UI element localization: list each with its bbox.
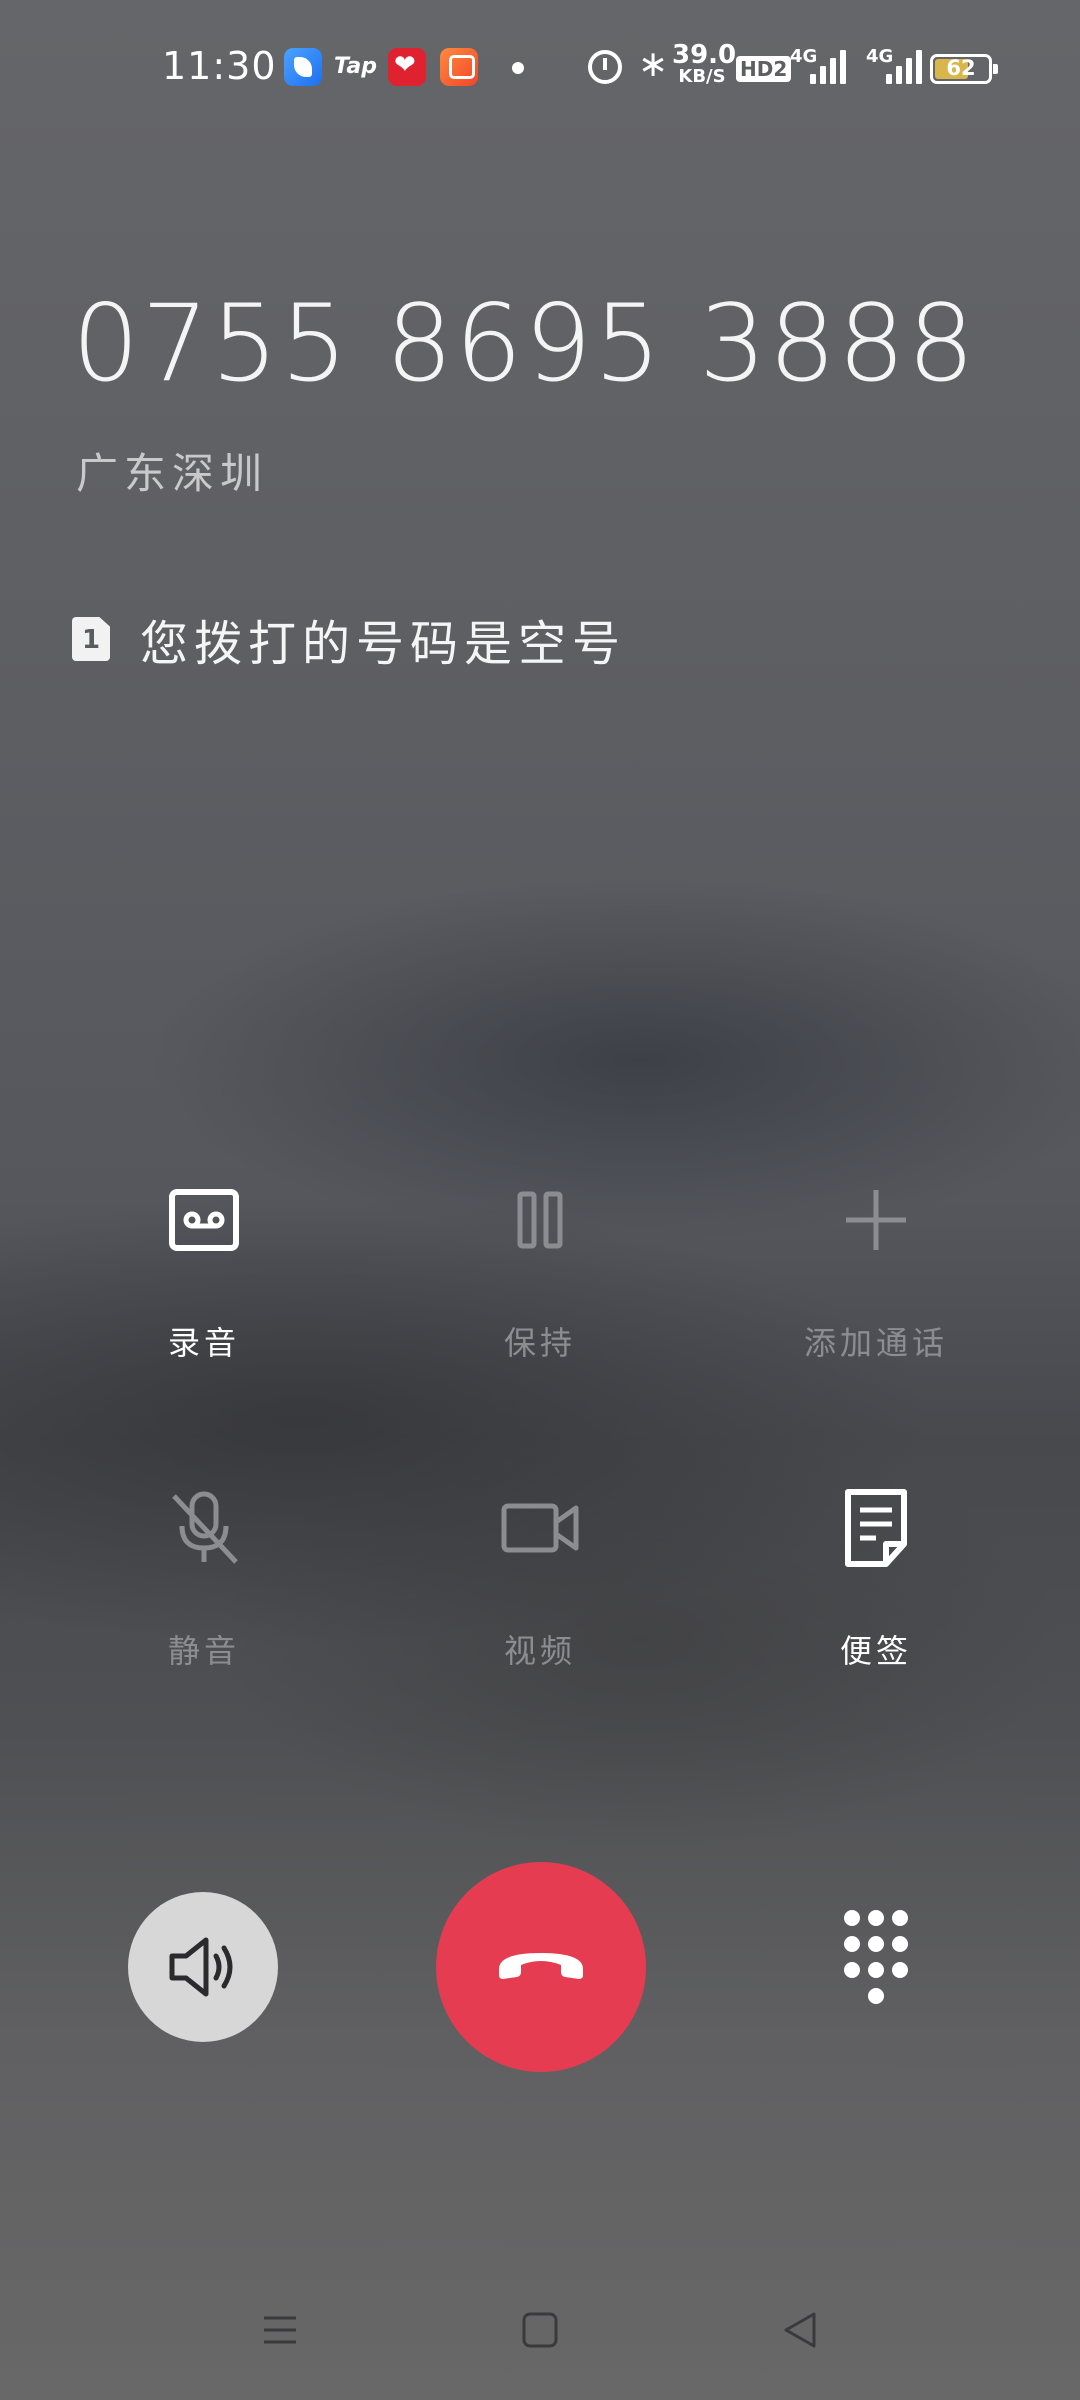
microphone-off-icon: [172, 1491, 238, 1564]
back-button[interactable]: [770, 2300, 830, 2360]
call-status-message: 您拨打的号码是空号: [140, 616, 627, 672]
hd-voice-badge: HD2: [736, 56, 792, 82]
hang-up-phone-icon: [499, 1953, 583, 1979]
home-button[interactable]: [510, 2300, 570, 2360]
network-speed: 39.0 KB/S: [672, 40, 737, 87]
tap-app-icon: Tap: [334, 54, 377, 79]
video-label: 视频: [503, 1632, 576, 1670]
call-status-row: 1 您拨打的号码是空号: [72, 604, 626, 674]
speaker-icon: [169, 1937, 233, 1997]
cassette-tape-icon: [169, 1189, 239, 1251]
blue-app-icon: [284, 48, 322, 86]
navigation-bar: [0, 2270, 1080, 2400]
record-label: 录音: [167, 1324, 240, 1362]
caller-number: 0755 8695 3888: [72, 282, 977, 405]
battery-icon: 62: [930, 54, 998, 84]
caller-location: 广东深圳: [76, 449, 269, 498]
network-speed-unit: KB/S: [678, 66, 726, 87]
pause-icon: [517, 1191, 563, 1249]
status-bar: 11:30 Tap ∗ 39.0 KB/S HD2 4G 4G 62: [0, 0, 1080, 140]
alarm-icon: [588, 50, 622, 84]
bluetooth-icon: ∗: [638, 44, 669, 85]
mute-label: 静音: [167, 1632, 240, 1670]
red-heart-app-icon: [388, 48, 426, 86]
network-speed-value: 39.0: [672, 40, 737, 70]
hold-label: 保持: [503, 1324, 576, 1362]
video-camera-icon: [501, 1503, 579, 1553]
orange-app-icon: [440, 48, 478, 86]
menu-button[interactable]: [250, 2300, 310, 2360]
sim-card-icon: 1: [72, 617, 110, 661]
battery-level: 62: [946, 56, 976, 80]
sim-slot-number: 1: [81, 625, 101, 655]
add-call-label: 添加通话: [803, 1324, 948, 1362]
speaker-button[interactable]: [128, 1892, 278, 2042]
menu-icon: [264, 2316, 296, 2344]
dialpad-button[interactable]: [826, 1906, 926, 2026]
end-call-button[interactable]: [436, 1862, 646, 2072]
back-icon: [784, 2312, 816, 2348]
status-time: 11:30: [162, 44, 277, 88]
plus-icon: [846, 1190, 906, 1250]
home-icon: [522, 2312, 558, 2348]
notes-label: 便签: [839, 1632, 912, 1670]
dialpad-icon: [844, 1910, 908, 2004]
notification-dot-icon: [512, 62, 524, 74]
note-icon: [845, 1489, 907, 1567]
